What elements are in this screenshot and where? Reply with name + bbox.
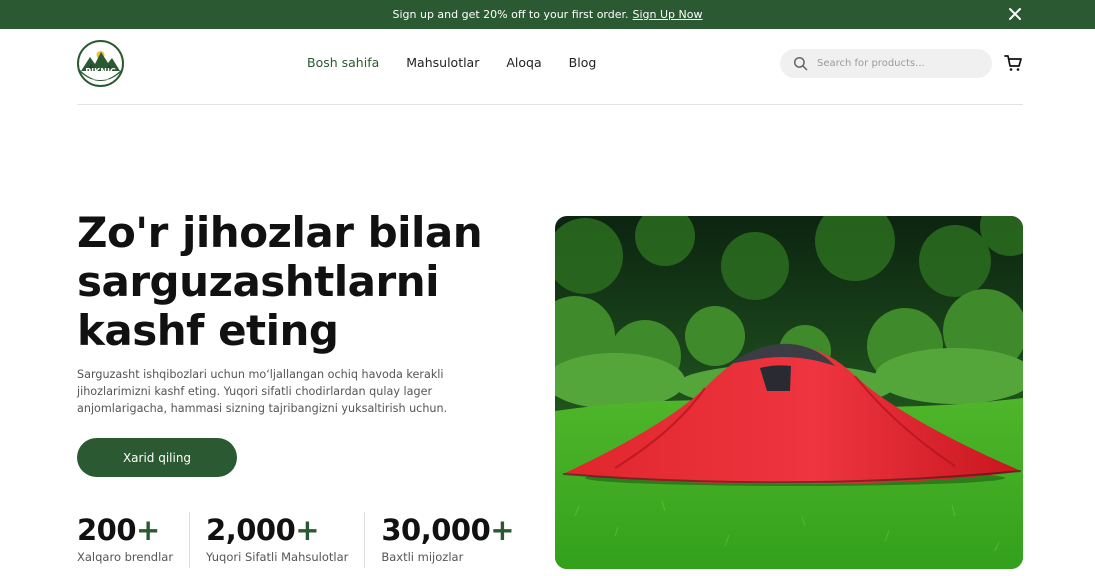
stat-value: 2,000: [206, 513, 296, 547]
stat-value: 30,000: [381, 513, 491, 547]
site-header: PIKNIC UZBEKISTAN Bosh sahifa Mahsulotla…: [77, 29, 1023, 105]
nav-item-blog[interactable]: Blog: [569, 55, 597, 70]
headline-line-3: kashf eting: [77, 306, 339, 355]
logo-subtext: UZBEKISTAN: [92, 77, 108, 81]
stat-products: 2,000+ Yuqori Sifatli Mahsulotlar: [206, 512, 366, 568]
nav-item-products[interactable]: Mahsulotlar: [406, 55, 479, 70]
tent-illustration: [555, 216, 1023, 569]
search-input[interactable]: [817, 58, 977, 69]
headline-line-1: Zo'r jihozlar bilan: [77, 208, 483, 257]
logo-text: PIKNIC: [85, 67, 116, 76]
stat-value: 200: [77, 513, 137, 547]
stat-label: Baxtli mijozlar: [381, 550, 464, 564]
nav-item-home[interactable]: Bosh sahifa: [307, 55, 379, 70]
stats-row: 200+ Xalqaro brendlar 2,000+ Yuqori Sifa…: [77, 512, 515, 572]
headline-line-2: sarguzashtlarni: [77, 257, 440, 306]
stat-brands: 200+ Xalqaro brendlar: [77, 512, 191, 568]
piknic-logo[interactable]: PIKNIC UZBEKISTAN: [77, 40, 124, 87]
stat-label: Xalqaro brendlar: [77, 550, 174, 564]
stat-label: Yuqori Sifatli Mahsulotlar: [206, 550, 349, 564]
hero-headline: Zo'r jihozlar bilan sarguzashtlarni kash…: [77, 208, 537, 355]
stat-plus: +: [490, 513, 515, 547]
nav-item-contact[interactable]: Aloqa: [506, 55, 541, 70]
search-bar: [780, 49, 992, 78]
main-nav: Bosh sahifa Mahsulotlar Aloqa Blog: [307, 55, 596, 70]
hero-image-tent: [555, 216, 1023, 569]
stat-plus: +: [295, 513, 320, 547]
stat-customers: 30,000+ Baxtli mijozlar: [381, 512, 514, 568]
shop-now-button[interactable]: Xarid qiling: [77, 438, 237, 477]
stat-plus: +: [136, 513, 160, 547]
promo-banner: Sign up and get 20% off to your first or…: [0, 0, 1095, 29]
promo-text: Sign up and get 20% off to your first or…: [392, 8, 629, 21]
hero-description: Sarguzasht ishqibozlari uchun mo‘ljallan…: [77, 368, 448, 415]
close-icon[interactable]: [1007, 6, 1023, 22]
search-icon[interactable]: [793, 56, 808, 71]
sign-up-link[interactable]: Sign Up Now: [633, 8, 703, 21]
cart-icon[interactable]: [1004, 54, 1022, 72]
